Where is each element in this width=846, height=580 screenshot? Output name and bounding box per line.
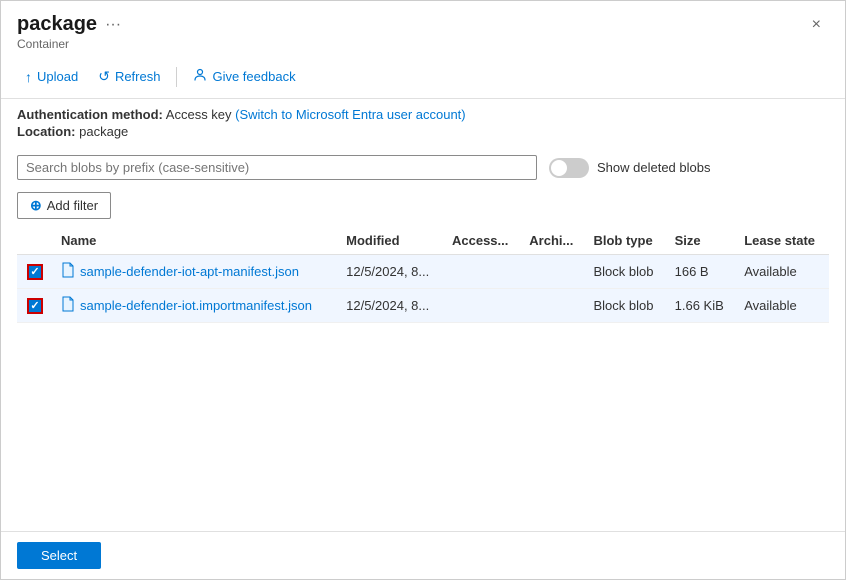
auth-value: Access key — [166, 107, 235, 122]
search-wrapper — [17, 155, 537, 180]
location-line: Location: package — [17, 124, 829, 139]
row-lease-state-1: Available — [736, 289, 829, 323]
row-access-1 — [444, 289, 521, 323]
toggle-area: Show deleted blobs — [549, 158, 710, 178]
row-blob-type-0: Block blob — [585, 255, 666, 289]
dialog-container: package ··· Container × ↑ Upload ↺ Refre… — [0, 0, 846, 580]
row-checkbox-0[interactable] — [17, 255, 53, 289]
select-button[interactable]: Select — [17, 542, 101, 569]
file-icon — [61, 262, 75, 281]
dialog-header: package ··· Container × — [1, 1, 845, 55]
title-area: package ··· Container — [17, 13, 121, 51]
title-row: package ··· — [17, 13, 121, 36]
upload-icon: ↑ — [25, 69, 32, 85]
row-archive-0 — [521, 255, 585, 289]
row-modified-0: 12/5/2024, 8... — [338, 255, 444, 289]
file-icon — [61, 296, 75, 315]
col-name[interactable]: Name — [53, 227, 338, 255]
refresh-icon: ↺ — [98, 68, 110, 85]
add-filter-button[interactable]: ⊕ Add filter — [17, 192, 111, 219]
table-row: sample-defender-iot.importmanifest.json … — [17, 289, 829, 323]
more-options-icon[interactable]: ··· — [105, 16, 121, 34]
row-checkbox-1[interactable] — [17, 289, 53, 323]
toolbar: ↑ Upload ↺ Refresh Give feedback — [1, 55, 845, 99]
dialog-title: package — [17, 13, 97, 36]
col-access[interactable]: Access... — [444, 227, 521, 255]
dialog-subtitle: Container — [17, 37, 121, 51]
row-access-0 — [444, 255, 521, 289]
location-label: Location: — [17, 124, 76, 139]
show-deleted-toggle[interactable] — [549, 158, 589, 178]
refresh-label: Refresh — [115, 69, 161, 84]
col-size[interactable]: Size — [667, 227, 737, 255]
table-row: sample-defender-iot-apt-manifest.json 12… — [17, 255, 829, 289]
blob-table: Name Modified Access... Archi... Blob ty… — [17, 227, 829, 323]
add-filter-label: Add filter — [47, 198, 98, 213]
toolbar-separator — [176, 67, 177, 87]
filename-link[interactable]: sample-defender-iot-apt-manifest.json — [80, 264, 299, 279]
upload-label: Upload — [37, 69, 78, 84]
row-blob-type-1: Block blob — [585, 289, 666, 323]
feedback-label: Give feedback — [212, 69, 295, 84]
row-name-0: sample-defender-iot-apt-manifest.json — [53, 255, 338, 289]
auth-label: Authentication method: — [17, 107, 163, 122]
feedback-icon — [193, 68, 207, 85]
refresh-button[interactable]: ↺ Refresh — [90, 63, 168, 90]
location-value: package — [79, 124, 128, 139]
row-size-1: 1.66 KiB — [667, 289, 737, 323]
row-size-0: 166 B — [667, 255, 737, 289]
col-lease-state[interactable]: Lease state — [736, 227, 829, 255]
table-section: Name Modified Access... Archi... Blob ty… — [1, 227, 845, 531]
info-section: Authentication method: Access key (Switc… — [1, 99, 845, 147]
col-archive[interactable]: Archi... — [521, 227, 585, 255]
table-header-row: Name Modified Access... Archi... Blob ty… — [17, 227, 829, 255]
upload-button[interactable]: ↑ Upload — [17, 64, 86, 90]
footer-section: Select — [1, 531, 845, 579]
close-button[interactable]: × — [804, 13, 829, 37]
col-modified[interactable]: Modified — [338, 227, 444, 255]
feedback-button[interactable]: Give feedback — [185, 63, 303, 90]
auth-link[interactable]: (Switch to Microsoft Entra user account) — [235, 107, 465, 122]
row-archive-1 — [521, 289, 585, 323]
row-lease-state-0: Available — [736, 255, 829, 289]
row-modified-1: 12/5/2024, 8... — [338, 289, 444, 323]
col-blob-type[interactable]: Blob type — [585, 227, 666, 255]
col-checkbox — [17, 227, 53, 255]
filename-link[interactable]: sample-defender-iot.importmanifest.json — [80, 298, 312, 313]
show-deleted-label: Show deleted blobs — [597, 160, 710, 175]
auth-line: Authentication method: Access key (Switc… — [17, 107, 829, 122]
row-name-1: sample-defender-iot.importmanifest.json — [53, 289, 338, 323]
search-section: Show deleted blobs — [1, 147, 845, 188]
search-input[interactable] — [26, 160, 528, 175]
filter-section: ⊕ Add filter — [1, 188, 845, 227]
add-filter-icon: ⊕ — [30, 197, 42, 214]
